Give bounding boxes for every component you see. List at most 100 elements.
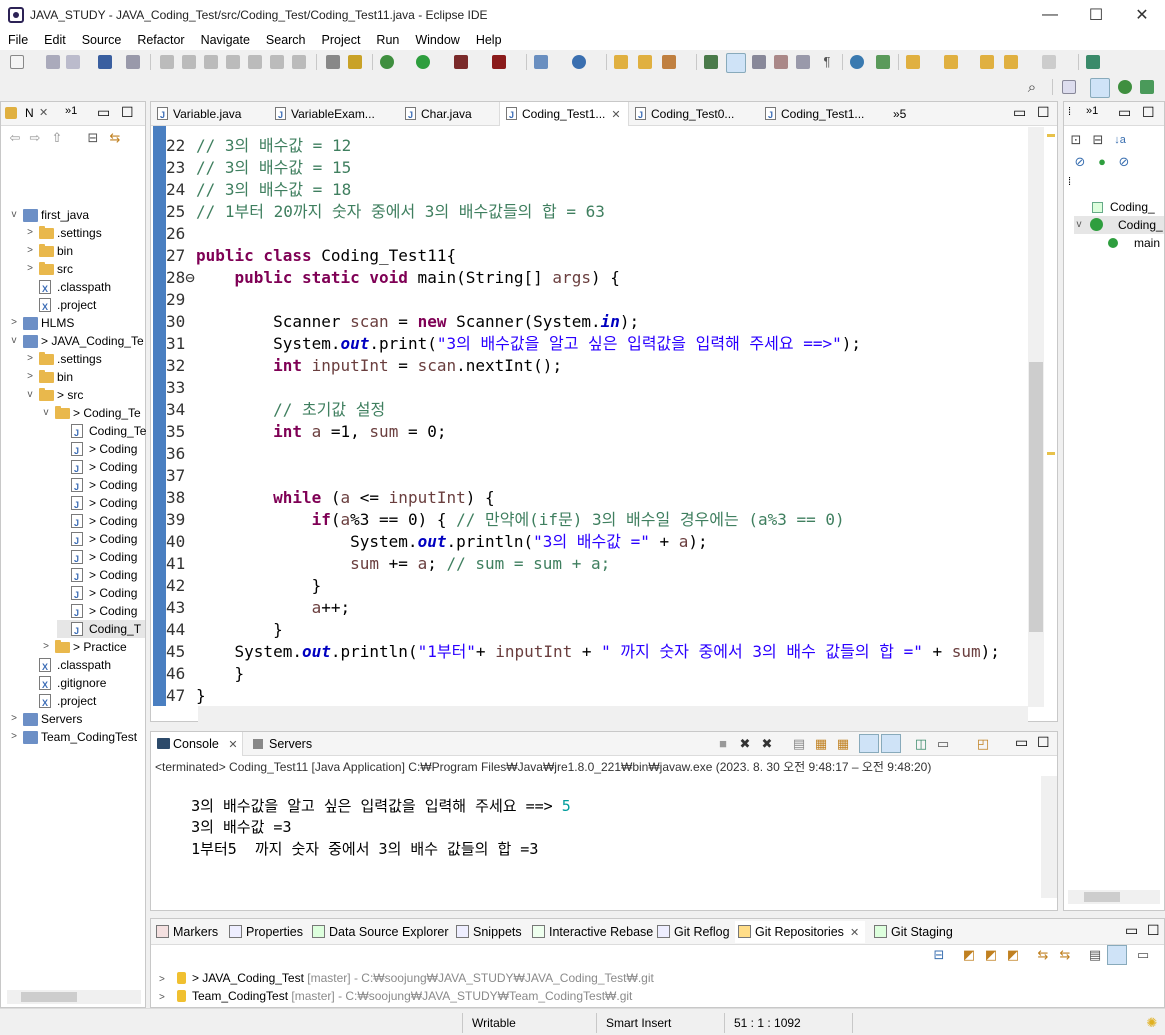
open-type-icon[interactable] [614,55,628,69]
open-type-hierarchy-icon[interactable] [348,55,362,69]
git-repo-row[interactable]: > > JAVA_Coding_Test [master] - C:₩sooju… [159,969,654,987]
tree-item[interactable]: > bin [25,368,73,386]
new-icon[interactable] [10,55,24,69]
code-line[interactable]: 30 Scanner scan = new Scanner(System.in)… [166,311,639,333]
menu-refactor[interactable]: Refactor [129,33,192,47]
terminal-icon[interactable] [98,55,112,69]
debug-icon[interactable] [380,55,394,69]
tab-interactive-rebase[interactable]: Interactive Rebase [529,921,653,943]
tree-item[interactable]: .project [25,296,96,316]
navigator-tab-close[interactable]: ✕ [39,106,48,119]
pin-console-icon[interactable]: ◫ [913,736,929,752]
code-line[interactable]: 29 [166,289,196,311]
tree-item[interactable]: v > src [25,386,83,404]
save-icon[interactable] [46,55,60,69]
chevron-right-icon[interactable]: > [41,638,51,656]
tree-item[interactable]: .gitignore [25,674,106,694]
java-perspective-icon[interactable] [1090,78,1110,98]
editor-hscroll[interactable] [198,706,1028,722]
view-menu-icon[interactable]: ▤ [1087,947,1103,963]
editor-tab-close[interactable]: ✕ [611,109,620,121]
menu-search[interactable]: Search [258,33,314,47]
tree-item[interactable]: > Team_CodingTest [9,728,137,746]
tree-item[interactable]: > > Practice [41,638,127,656]
chevron-right-icon[interactable]: > [9,314,19,332]
menu-source[interactable]: Source [74,33,130,47]
outline-hscroll-thumb[interactable] [1084,892,1120,902]
filter-icon[interactable] [1107,945,1127,965]
console-tab-close[interactable]: ✕ [228,739,237,751]
editor-tab[interactable]: VariableExam... [269,102,375,127]
new-java-class-icon[interactable] [572,55,586,69]
show-whitespace-icon[interactable] [774,55,788,69]
outline-collapse-icon[interactable]: ⊟ [1090,132,1106,148]
git-minimize[interactable]: ▭ [1125,922,1138,939]
sort-icon[interactable]: ↓a [1112,132,1128,148]
tree-item[interactable]: > Coding [57,566,137,586]
chevron-down-icon[interactable]: v [9,206,19,224]
maximize-button[interactable]: ☐ [1073,0,1119,30]
code-line[interactable]: 37 [166,465,196,487]
link-with-editor-icon[interactable]: ⇆ [1057,947,1073,963]
chevron-right-icon[interactable]: > [25,242,35,260]
editor-minimize[interactable]: ▭ [1013,104,1026,121]
navigator-minimize[interactable]: ▭ [97,104,110,121]
git-perspective-icon[interactable] [1140,80,1154,94]
console-vscroll[interactable] [1041,776,1057,898]
open-task-icon[interactable] [638,55,652,69]
remove-launch-icon[interactable]: ✖ [737,736,753,752]
outline-item-main[interactable]: main [1108,234,1160,252]
console-minimize[interactable]: ▭ [1015,734,1028,751]
display-console-icon[interactable]: ▭ [935,736,951,752]
editor-vscroll[interactable] [1028,127,1044,707]
code-line[interactable]: 22 // 3의 배수값 = 12 [166,135,351,157]
open-console-icon[interactable]: ◰ [975,736,991,752]
tree-item[interactable]: > .settings [25,350,102,368]
editor-tab[interactable]: Coding_Test0... [629,102,734,127]
code-line[interactable]: 33 [166,377,196,399]
editor-tab[interactable]: Char.java [399,102,472,127]
menu-window[interactable]: Window [407,33,467,47]
editor-tab[interactable]: Coding_Test1... [759,102,864,127]
code-line[interactable]: 32 int inputInt = scan.nextInt(); [166,355,562,377]
tree-item[interactable]: > HLMS [9,314,74,332]
tree-item[interactable]: Coding_T [57,620,145,640]
menu-navigate[interactable]: Navigate [193,33,258,47]
navigator-tab-label[interactable]: N [25,106,34,120]
outline-hscroll[interactable] [1068,890,1160,904]
chevron-right-icon[interactable]: > [25,350,35,368]
navigator-more-tabs[interactable]: »1 [65,105,77,117]
outline-more-tabs[interactable]: »1 [1086,105,1098,117]
back-arrow-icon[interactable]: ⇦ [7,130,23,146]
chevron-down-icon[interactable]: v [1074,216,1084,234]
outline-item-class[interactable]: v Coding_ [1074,216,1164,234]
step-over-icon[interactable] [270,55,284,69]
tree-item[interactable]: > src [25,260,73,278]
chevron-right-icon[interactable]: > [9,710,19,728]
editor-tab[interactable]: »5 [889,102,906,126]
tab-snippets[interactable]: Snippets [453,921,522,943]
code-line[interactable]: 42 } [166,575,321,597]
search-icon[interactable] [662,55,676,69]
chevron-down-icon[interactable]: v [9,332,19,350]
remove-all-icon[interactable]: ✖ [759,736,775,752]
code-area[interactable]: 22 // 3의 배수값 = 12 23 // 3의 배수값 = 15 24 // … [166,127,1028,706]
next-annotation-icon[interactable] [906,55,920,69]
code-line[interactable]: 24 // 3의 배수값 = 18 [166,179,351,201]
outline-filter-icon[interactable]: ⊡ [1068,132,1084,148]
mark-occurrences-icon[interactable] [726,53,746,73]
chevron-right-icon[interactable]: > [25,224,35,242]
link-with-selection-icon[interactable]: ⇆ [1035,947,1051,963]
editor-tab[interactable]: Coding_Test1... ✕ [499,102,629,127]
skip-breakpoints-icon[interactable] [126,55,140,69]
tab-properties[interactable]: Properties [226,921,303,943]
add-repo-icon[interactable]: ◩ [961,947,977,963]
git-maximize[interactable]: ☐ [1147,922,1160,939]
git-view-menu-icon[interactable]: ▭ [1135,947,1151,963]
tab-git-staging[interactable]: Git Staging [871,921,953,943]
navigator-maximize[interactable]: ☐ [121,104,134,121]
word-wrap-icon[interactable]: ▦ [835,736,851,752]
step-return-icon[interactable] [292,55,306,69]
collapse-all-icon[interactable]: ⊟ [85,130,101,146]
menu-project[interactable]: Project [314,33,369,47]
